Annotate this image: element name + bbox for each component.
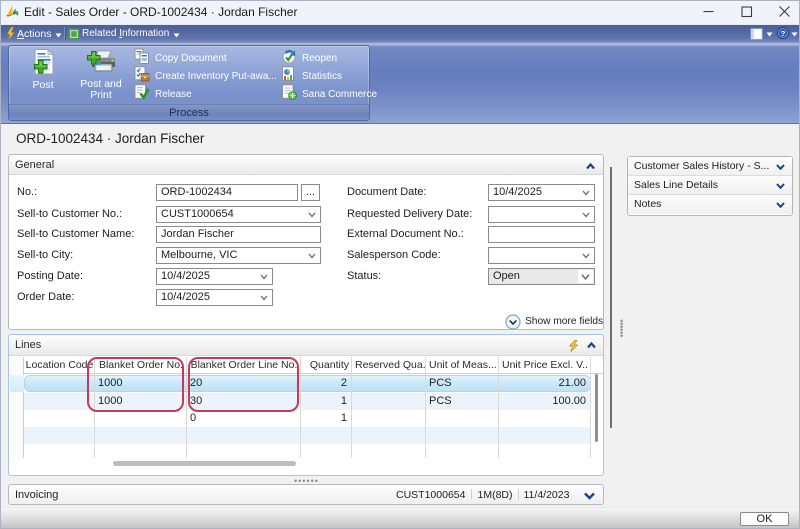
svg-text:?: ?: [781, 29, 786, 38]
